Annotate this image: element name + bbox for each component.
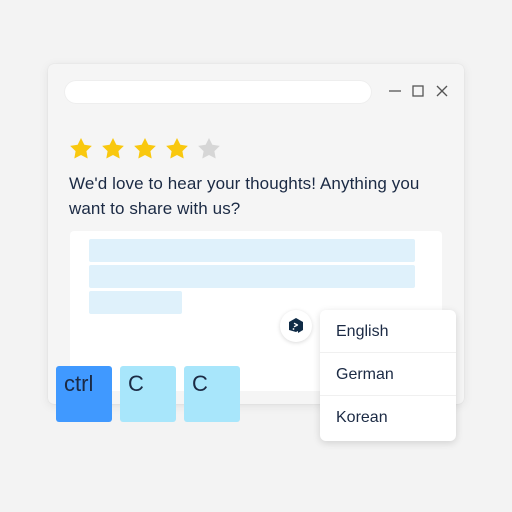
language-menu: English German Korean (320, 310, 456, 441)
translate-button[interactable] (280, 310, 312, 342)
close-icon[interactable] (435, 84, 449, 98)
feedback-prompt: We'd love to hear your thoughts! Anythin… (69, 174, 420, 218)
ctrl-key: ctrl (56, 366, 112, 422)
address-bar[interactable] (64, 80, 372, 104)
star-icon[interactable] (132, 136, 158, 162)
text-selection-highlight (89, 291, 182, 314)
maximize-icon[interactable] (411, 84, 425, 98)
minimize-icon[interactable] (388, 84, 402, 98)
language-option-english[interactable]: English (320, 310, 456, 353)
star-icon[interactable] (196, 136, 222, 162)
language-option-german[interactable]: German (320, 353, 456, 396)
c-key: C (184, 366, 240, 422)
text-selection-highlight (89, 239, 415, 262)
translate-logo-icon (289, 318, 303, 333)
language-option-korean[interactable]: Korean (320, 396, 456, 439)
c-key: C (120, 366, 176, 422)
star-icon[interactable] (100, 136, 126, 162)
star-icon[interactable] (164, 136, 190, 162)
text-selection-highlight (89, 265, 415, 288)
star-icon[interactable] (68, 136, 94, 162)
star-rating (68, 136, 222, 162)
